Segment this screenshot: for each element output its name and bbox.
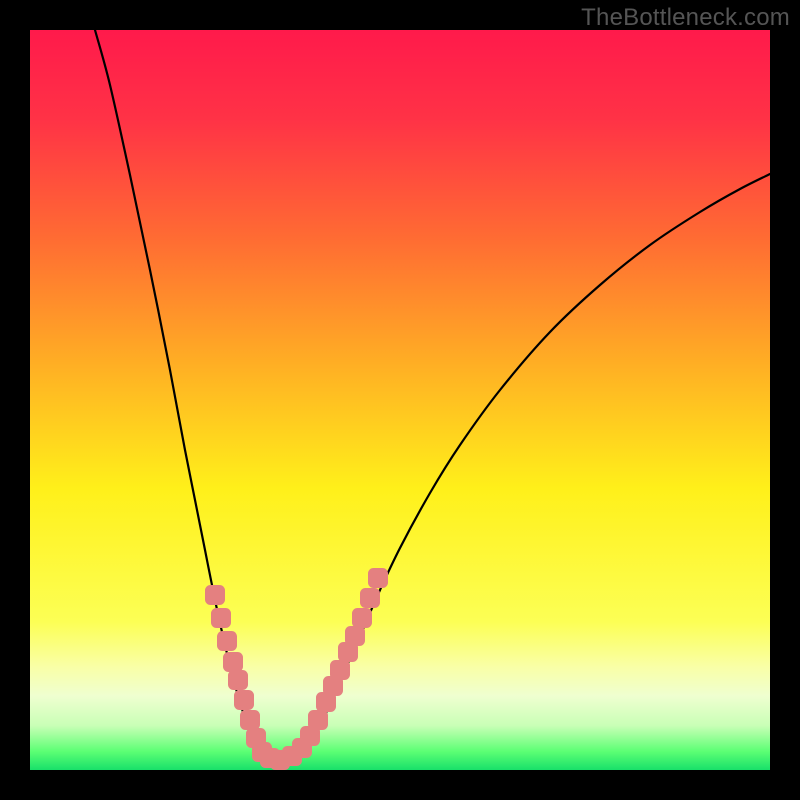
chart-frame: TheBottleneck.com: [0, 0, 800, 800]
marker-dot: [217, 631, 237, 651]
marker-dot: [360, 588, 380, 608]
marker-dot: [234, 690, 254, 710]
marker-dot: [223, 652, 243, 672]
marker-dot: [308, 710, 328, 730]
marker-dot: [211, 608, 231, 628]
chart-canvas: [0, 0, 800, 800]
plot-background: [30, 30, 770, 770]
marker-dot: [352, 608, 372, 628]
marker-dot: [205, 585, 225, 605]
marker-dot: [368, 568, 388, 588]
marker-dot: [240, 710, 260, 730]
marker-dot: [330, 660, 350, 680]
marker-dot: [228, 670, 248, 690]
marker-dot: [345, 626, 365, 646]
